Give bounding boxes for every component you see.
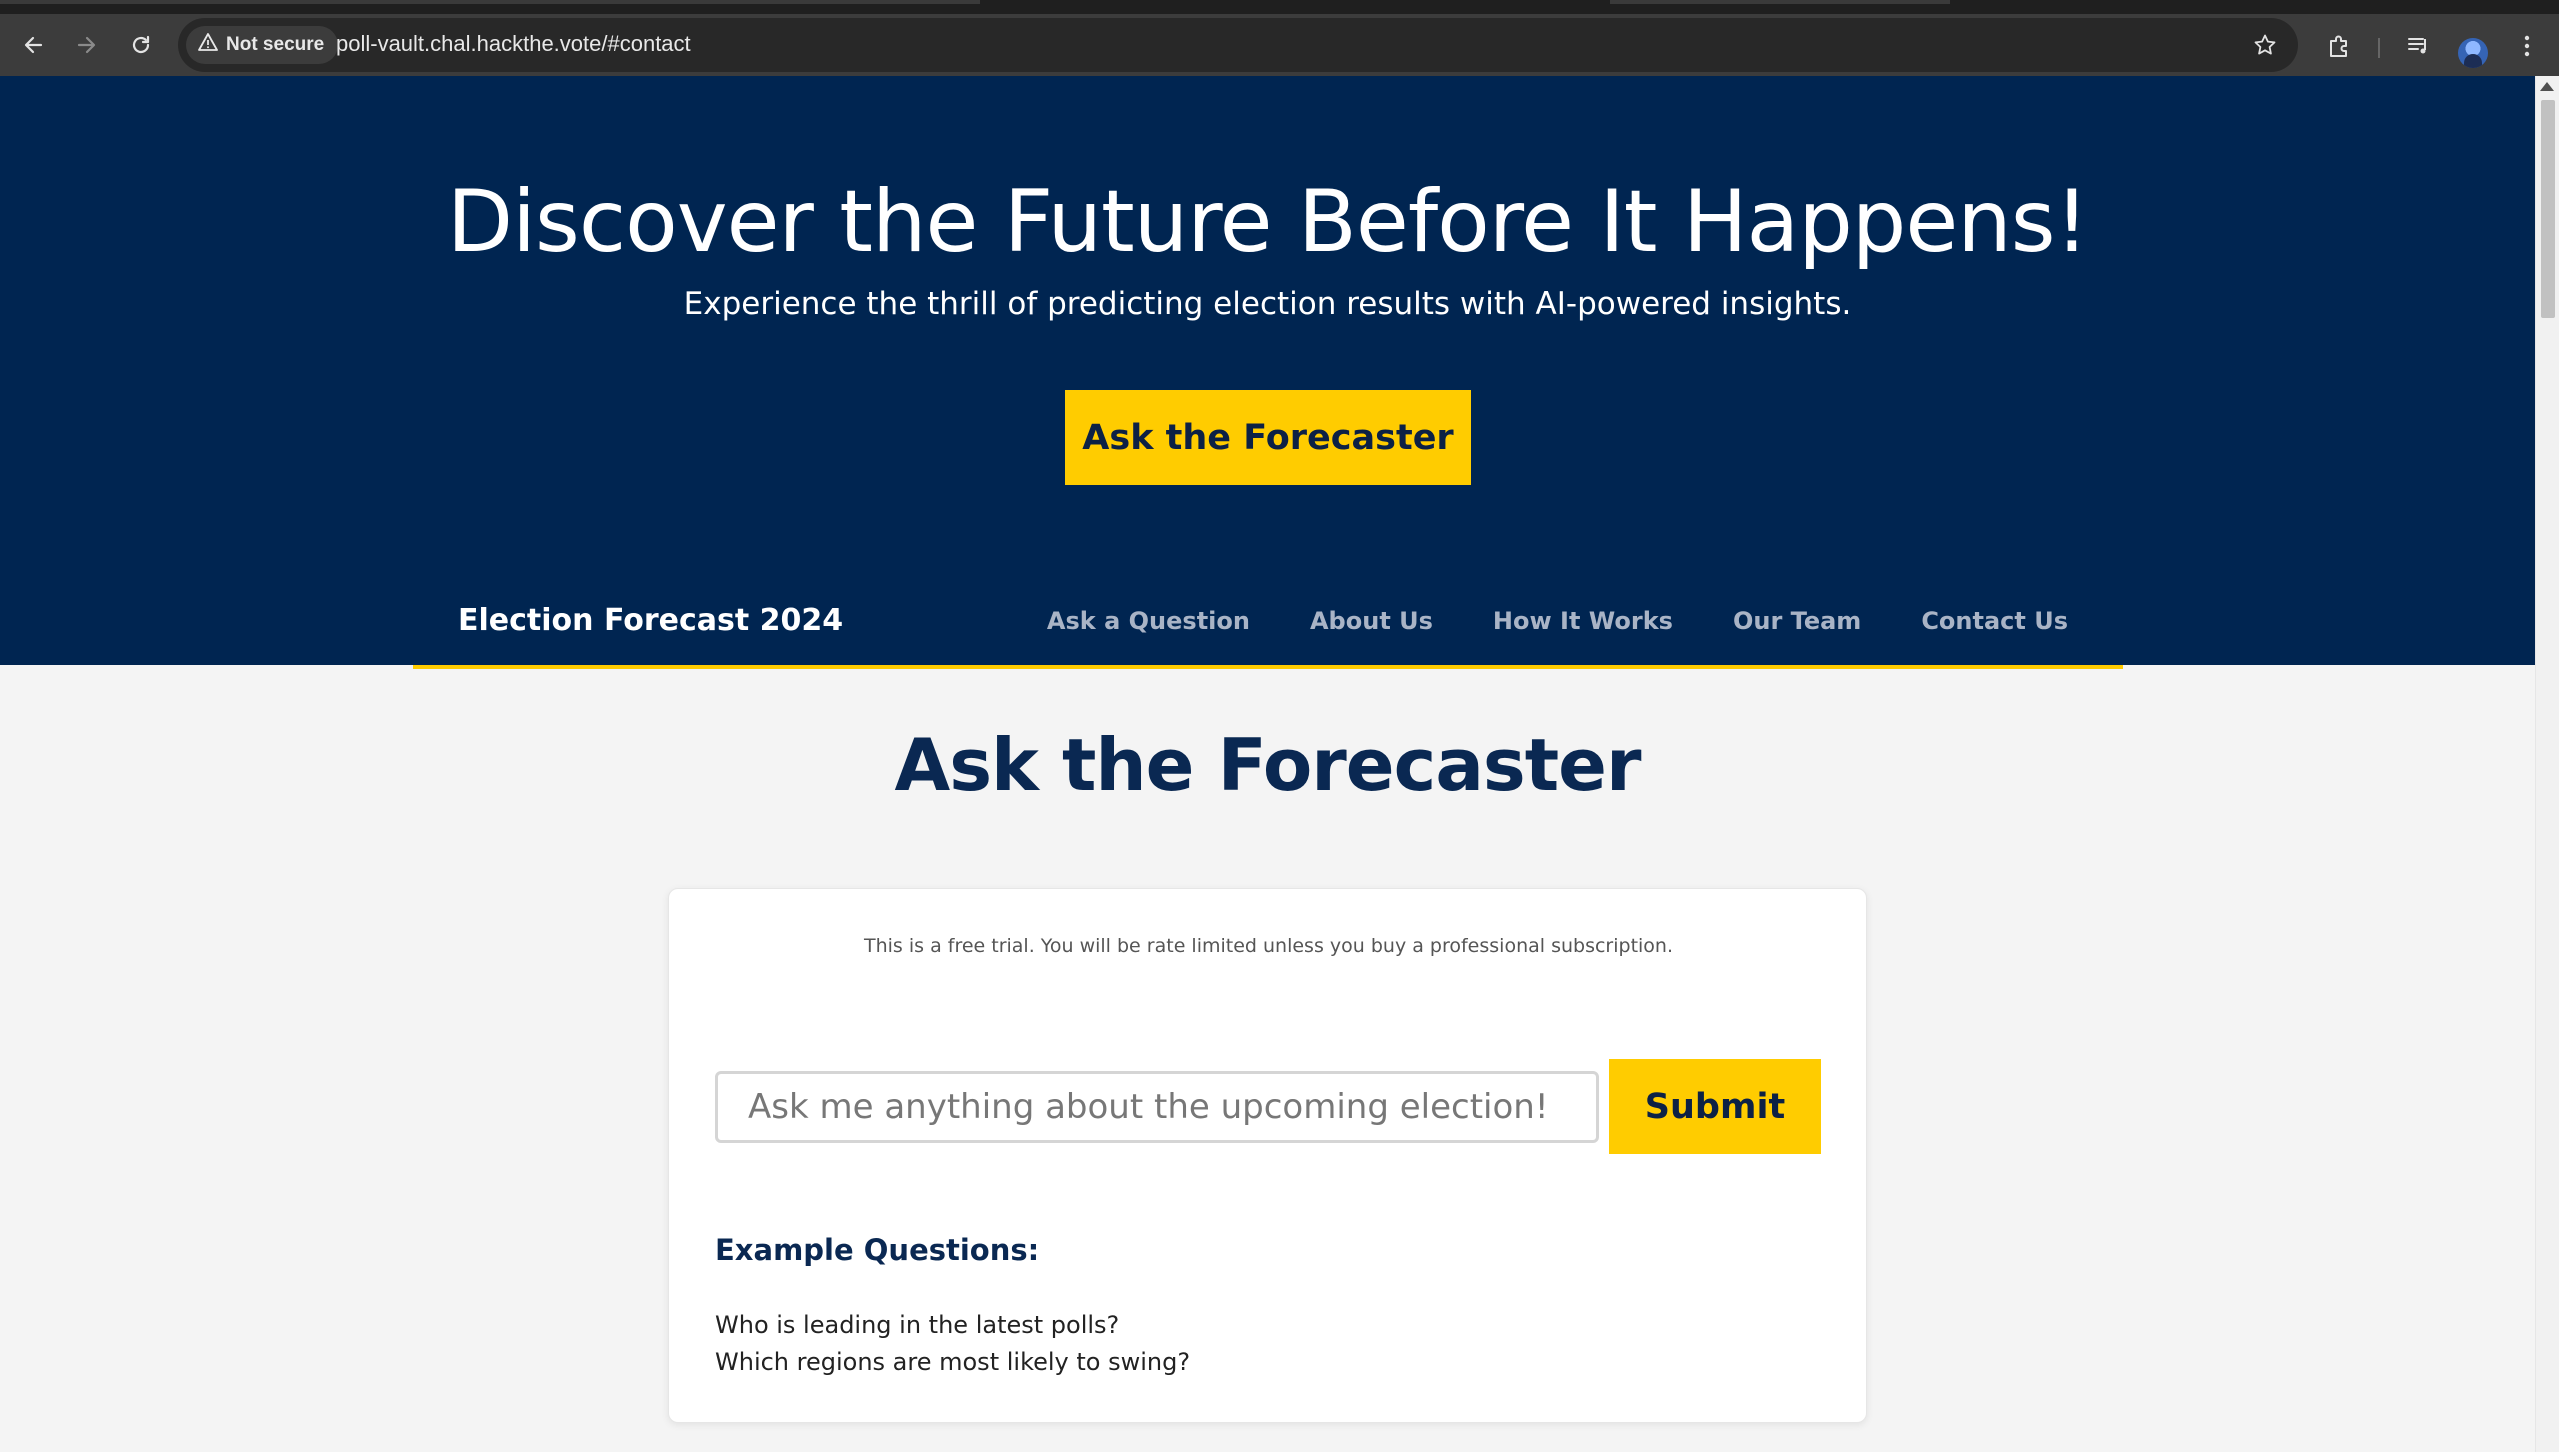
url-text[interactable]: poll-vault.chal.hackthe.vote/#contact xyxy=(336,31,691,57)
media-queue-icon[interactable] xyxy=(2402,29,2436,63)
browser-tab-indicator xyxy=(0,0,980,4)
nav-how-it-works[interactable]: How It Works xyxy=(1493,607,1673,635)
scroll-thumb[interactable] xyxy=(2541,100,2555,318)
nav-ask-question[interactable]: Ask a Question xyxy=(1047,607,1250,635)
page-scrollbar[interactable] xyxy=(2535,76,2559,1452)
example-question: Which regions are most likely to swing? xyxy=(715,1348,1191,1376)
question-input[interactable] xyxy=(715,1071,1599,1143)
example-question: Who is leading in the latest polls? xyxy=(715,1311,1120,1339)
submit-button[interactable]: Submit xyxy=(1609,1059,1821,1154)
security-chip[interactable]: Not secure xyxy=(186,26,339,64)
hero-section: Discover the Future Before It Happens! E… xyxy=(0,76,2535,665)
hero-title: Discover the Future Before It Happens! xyxy=(446,172,2089,272)
warning-icon xyxy=(198,33,218,57)
forecaster-card: This is a free trial. You will be rate l… xyxy=(668,888,1867,1423)
back-icon[interactable] xyxy=(14,26,52,64)
address-bar[interactable]: Not secure poll-vault.chal.hackthe.vote/… xyxy=(178,18,2298,72)
nav-our-team[interactable]: Our Team xyxy=(1733,607,1861,635)
browser-tab-indicator xyxy=(1610,0,1950,4)
nav-contact-us[interactable]: Contact Us xyxy=(1921,607,2068,635)
main-nav: Election Forecast 2024 Ask a Question Ab… xyxy=(413,585,2123,669)
hero-subtitle: Experience the thrill of predicting elec… xyxy=(683,286,1852,322)
browser-toolbar: Not secure poll-vault.chal.hackthe.vote/… xyxy=(0,14,2559,76)
extensions-icon[interactable] xyxy=(2322,29,2356,63)
toolbar-separator xyxy=(2378,38,2380,58)
nav-about-us[interactable]: About Us xyxy=(1310,607,1433,635)
profile-avatar[interactable] xyxy=(2458,38,2488,68)
nav-links: Ask a Question About Us How It Works Our… xyxy=(1047,607,2068,635)
examples-title: Example Questions: xyxy=(715,1233,1040,1267)
reload-icon[interactable] xyxy=(122,26,160,64)
star-icon[interactable] xyxy=(2250,30,2280,60)
trial-note: This is a free trial. You will be rate l… xyxy=(863,935,1674,957)
security-label: Not secure xyxy=(226,34,325,55)
forward-icon[interactable] xyxy=(68,26,106,64)
scroll-up-arrow-icon[interactable] xyxy=(2540,82,2554,91)
ask-forecaster-button[interactable]: Ask the Forecaster xyxy=(1065,390,1471,485)
more-menu-icon[interactable] xyxy=(2510,29,2544,63)
section-title: Ask the Forecaster xyxy=(894,723,1641,807)
browser-tab-strip xyxy=(0,0,2559,14)
brand-logo-text[interactable]: Election Forecast 2024 xyxy=(458,603,843,638)
examples-list: Who is leading in the latest polls? Whic… xyxy=(715,1307,1190,1381)
